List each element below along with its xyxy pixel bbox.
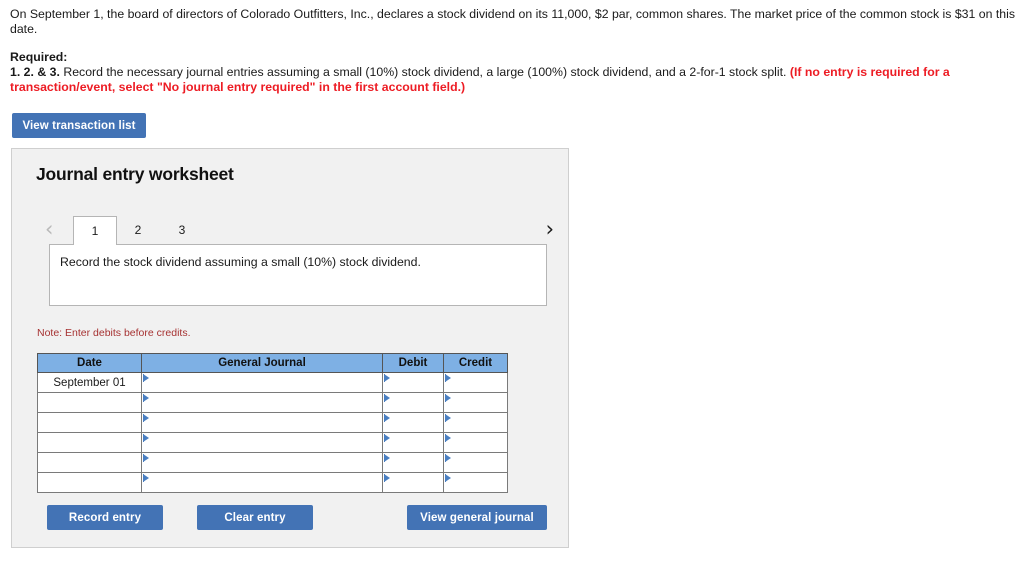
table-row (37, 392, 508, 413)
table-row (37, 412, 508, 433)
required-block: Required: 1. 2. & 3. Record the necessar… (10, 50, 1010, 95)
table-row (37, 472, 508, 493)
cell-credit[interactable] (443, 412, 508, 433)
cell-date[interactable] (37, 412, 142, 433)
cell-general-journal[interactable] (141, 412, 383, 433)
cell-general-journal[interactable] (141, 392, 383, 413)
cell-general-journal[interactable] (141, 432, 383, 453)
cell-debit[interactable] (382, 372, 444, 393)
column-header-credit: Credit (443, 353, 508, 373)
worksheet-prompt-box: Record the stock dividend assuming a sma… (49, 244, 547, 306)
debits-before-credits-note: Note: Enter debits before credits. (37, 327, 191, 339)
cell-debit[interactable] (382, 412, 444, 433)
column-header-general-journal: General Journal (141, 353, 383, 373)
cell-debit[interactable] (382, 452, 444, 473)
table-row (37, 432, 508, 453)
cell-general-journal[interactable] (141, 372, 383, 393)
cell-date[interactable] (37, 472, 142, 493)
view-transaction-list-button[interactable]: View transaction list (12, 113, 146, 138)
view-general-journal-button[interactable]: View general journal (407, 505, 547, 530)
cell-credit[interactable] (443, 392, 508, 413)
worksheet-prompt-text: Record the stock dividend assuming a sma… (60, 255, 421, 269)
cell-date[interactable] (37, 392, 142, 413)
cell-credit[interactable] (443, 472, 508, 493)
cell-credit[interactable] (443, 452, 508, 473)
required-instruction: Record the necessary journal entries ass… (59, 65, 790, 79)
table-row (37, 452, 508, 473)
required-item-numbers: 1. 2. & 3. (10, 65, 60, 79)
record-entry-button[interactable]: Record entry (47, 505, 163, 530)
cell-date[interactable] (37, 432, 142, 453)
cell-debit[interactable] (382, 472, 444, 493)
worksheet-tabbar: ‹ 1 2 3 › (37, 216, 555, 245)
tab-1[interactable]: 1 (73, 216, 117, 245)
table-row: September 01 (37, 372, 508, 393)
journal-entry-table: Date General Journal Debit Credit Septem… (37, 353, 508, 493)
cell-debit[interactable] (382, 432, 444, 453)
tab-2[interactable]: 2 (125, 216, 151, 244)
column-header-date: Date (37, 353, 142, 373)
cell-date[interactable] (37, 452, 142, 473)
worksheet-title: Journal entry worksheet (36, 164, 234, 184)
cell-date[interactable]: September 01 (37, 372, 142, 393)
cell-general-journal[interactable] (141, 452, 383, 473)
required-label: Required: (10, 50, 68, 64)
cell-general-journal[interactable] (141, 472, 383, 493)
clear-entry-button[interactable]: Clear entry (197, 505, 313, 530)
journal-entry-worksheet-panel: Journal entry worksheet ‹ 1 2 3 › Record… (11, 148, 569, 548)
tab-3[interactable]: 3 (169, 216, 195, 244)
chevron-left-icon[interactable]: ‹ (45, 216, 53, 242)
cell-debit[interactable] (382, 392, 444, 413)
cell-credit[interactable] (443, 432, 508, 453)
cell-credit[interactable] (443, 372, 508, 393)
table-header-row: Date General Journal Debit Credit (37, 353, 508, 373)
problem-statement: On September 1, the board of directors o… (10, 7, 1015, 36)
chevron-right-icon[interactable]: › (546, 216, 554, 242)
column-header-debit: Debit (382, 353, 444, 373)
